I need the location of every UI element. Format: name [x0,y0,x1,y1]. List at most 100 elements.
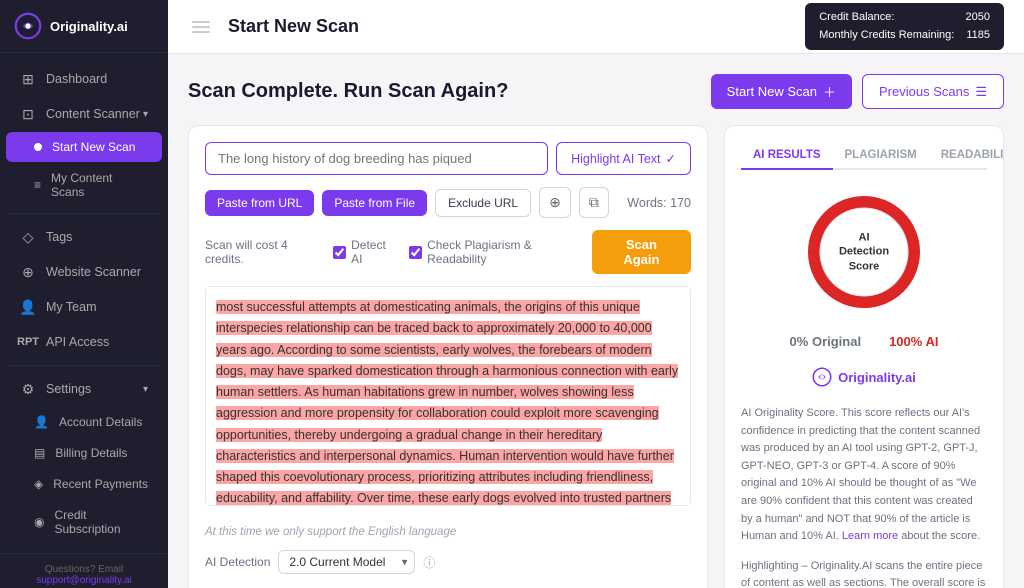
score-row: 0% Original 100% AI [741,334,987,349]
ai-detection-label: AI Detection [205,555,270,569]
tags-icon: ◇ [20,229,36,245]
highlight-ai-text-button[interactable]: Highlight AI Text ✓ [556,142,691,175]
scan-again-button[interactable]: Scan Again [592,230,691,274]
previous-scans-label: Previous Scans [879,84,969,99]
scan-title: Scan Complete. Run Scan Again? [188,80,508,103]
website-scanner-icon: ⊕ [20,264,36,280]
sidebar-logo[interactable]: Originality.ai [0,0,168,53]
content-scanner-icon: ⊡ [20,106,36,122]
check-plagiarism-checkbox-label[interactable]: Check Plagiarism & Readability [409,238,576,266]
word-count: Words: 170 [627,196,691,210]
api-access-label: API Access [46,335,109,349]
toolbar-row: Paste from URL Paste from File Exclude U… [205,187,691,218]
model-info-icon[interactable]: ⓘ [423,554,435,571]
settings-label: Settings [46,382,91,396]
sidebar-item-dashboard[interactable]: ⊞ Dashboard [6,62,162,96]
paste-from-url-button[interactable]: Paste from URL [205,190,314,216]
logo-icon [14,12,42,40]
scan-actions: Start New Scan ＋ Previous Scans ☰ [711,74,1004,109]
sidebar-item-settings[interactable]: ⚙ Settings ▾ [6,372,162,406]
monthly-credits-label: Monthly Credits Remaining: [819,27,954,45]
my-content-scans-icon: ≡ [34,178,41,192]
sidebar-item-start-new-scan[interactable]: Start New Scan [6,132,162,162]
sidebar-item-credit-subscription[interactable]: ◉ Credit Subscription [6,500,162,544]
check-icon: ✓ [666,151,676,166]
exclude-url-button[interactable]: Exclude URL [435,189,531,217]
paste-from-file-button[interactable]: Paste from File [322,190,427,216]
sidebar-item-my-content-scans[interactable]: ≡ My Content Scans [6,163,162,207]
sidebar-item-label: Dashboard [46,72,107,86]
copy-icon: ⧉ [589,194,599,211]
language-note: At this time we only support the English… [205,526,691,538]
ai-score-description: AI Originality Score. This score reflect… [741,405,987,546]
highlighted-text: most successful attempts at domesticatin… [216,300,678,506]
support-text: Questions? Email support@originality.ai [12,564,156,586]
sidebar-divider [10,213,158,214]
learn-more-link[interactable]: Learn more [842,530,898,542]
model-select[interactable]: 2.0 Current Model 1.0 Legacy Model [278,550,415,574]
content-scanner-label: Content Scanner [46,107,140,121]
sidebar-item-my-team[interactable]: 👤 My Team [6,290,162,324]
ai-score: 100% AI [889,334,938,349]
sidebar-navigation: ⊞ Dashboard ⊡ Content Scanner ▾ Start Ne… [0,53,168,553]
hamburger-line [192,21,210,23]
start-new-scan-button[interactable]: Start New Scan ＋ [711,74,852,109]
detect-ai-checkbox[interactable] [333,246,346,259]
sidebar-item-api-access[interactable]: RPT API Access [6,325,162,359]
donut-chart: AI Detection Score [804,192,924,312]
copy-icon-button[interactable]: ⧉ [579,187,609,218]
left-panel: Highlight AI Text ✓ Paste from URL Paste… [188,125,708,588]
hamburger-line [192,26,210,28]
start-new-scan-label: Start New Scan [727,84,817,99]
sidebar-item-tags[interactable]: ◇ Tags [6,220,162,254]
donut-chart-container: AI Detection Score [741,182,987,322]
sidebar-divider-2 [10,365,158,366]
highlighting-text: Highlighting – Originality.AI scans the … [741,560,986,588]
highlight-label: Highlight AI Text [571,152,660,166]
chevron-down-icon: ▾ [143,109,148,120]
plus-icon: ＋ [823,82,836,101]
original-score: 0% Original [790,334,862,349]
right-panel: AI RESULTS PLAGIARISM READABILITY [724,125,1004,588]
menu-icon: ☰ [975,84,987,100]
previous-scans-button[interactable]: Previous Scans ☰ [862,74,1004,109]
support-email-link[interactable]: support@originality.ai [36,575,132,586]
scan-header-row: Scan Complete. Run Scan Again? Start New… [188,74,1004,109]
highlighting-note: Highlighting – Originality.AI scans the … [741,558,987,588]
start-new-scan-icon [34,143,42,151]
check-plagiarism-checkbox[interactable] [409,246,422,259]
text-content-area[interactable]: most successful attempts at domesticatin… [205,286,691,506]
input-row: Highlight AI Text ✓ [205,142,691,175]
scan-cost-text: Scan will cost 4 credits. [205,238,317,266]
detect-ai-label: Detect AI [351,238,393,266]
my-team-label: My Team [46,300,96,314]
credit-subscription-icon: ◉ [34,515,44,529]
api-access-icon: RPT [20,334,36,350]
sidebar-footer: Questions? Email support@originality.ai … [0,553,168,588]
billing-details-label: Billing Details [55,446,127,460]
ai-pct: 100% [889,334,922,349]
logo-text: Originality.ai [50,19,128,34]
donut-label-line1: AI Detection [834,231,894,260]
sidebar-item-account-details[interactable]: 👤 Account Details [6,407,162,437]
model-select-wrapper[interactable]: 2.0 Current Model 1.0 Legacy Model [278,550,415,574]
topbar-right: Credit Balance: 2050 Monthly Credits Rem… [805,3,1004,50]
sidebar-item-website-scanner[interactable]: ⊕ Website Scanner [6,255,162,289]
original-pct: 0% [790,334,809,349]
tab-plagiarism[interactable]: PLAGIARISM [833,142,929,170]
content-area: Scan Complete. Run Scan Again? Start New… [168,54,1024,588]
credit-balance-value: 2050 [966,9,990,27]
tab-readability[interactable]: READABILITY [929,142,1004,170]
detect-ai-checkbox-label[interactable]: Detect AI [333,238,393,266]
hamburger-line [192,31,210,33]
sidebar-item-content-scanner[interactable]: ⊡ Content Scanner ▾ [6,97,162,131]
add-icon-button[interactable]: ⊕ [539,187,571,218]
hamburger-menu[interactable] [188,17,214,37]
my-team-icon: 👤 [20,299,36,315]
tab-ai-results[interactable]: AI RESULTS [741,142,833,170]
sidebar-item-recent-payments[interactable]: ◈ Recent Payments [6,469,162,499]
start-new-scan-label: Start New Scan [52,140,135,154]
scan-text-input[interactable] [205,142,548,175]
sidebar-item-billing-details[interactable]: ▤ Billing Details [6,438,162,468]
recent-payments-label: Recent Payments [53,477,148,491]
